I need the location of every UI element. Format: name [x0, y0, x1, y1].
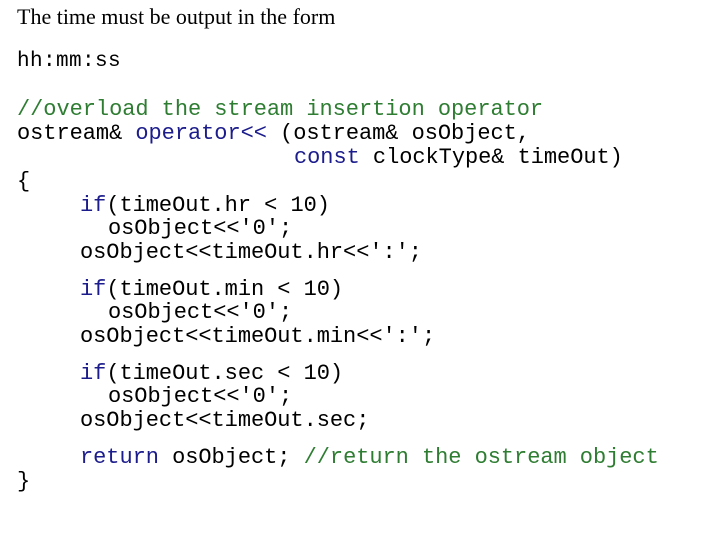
params-2: clockType& timeOut) — [359, 145, 623, 170]
if-keyword: if — [80, 277, 107, 302]
return-type: ostream& — [17, 121, 136, 146]
min-out-line: osObject<<timeOut.min<<':'; — [80, 324, 436, 349]
if-min-condition: (timeOut.min < 10) — [106, 277, 344, 302]
close-brace: } — [17, 469, 31, 494]
return-keyword: return — [80, 445, 159, 470]
signature-line-1: ostream& operator<< (ostream& osObject, — [17, 122, 530, 146]
comment-header: //overload the stream insertion operator — [17, 97, 544, 122]
heading: The time must be output in the form — [17, 4, 336, 29]
min-zero-line: osObject<<'0'; — [108, 300, 293, 325]
hr-out-line: osObject<<timeOut.hr<<':'; — [80, 240, 422, 265]
if-keyword: if — [80, 361, 107, 386]
hr-zero-line: osObject<<'0'; — [108, 216, 293, 241]
if-hr-condition: (timeOut.hr < 10) — [106, 193, 330, 218]
return-line: return osObject; //return the ostream ob… — [80, 446, 659, 470]
operator-keyword: operator<< — [135, 121, 267, 146]
signature-line-2: const clockType& timeOut) — [294, 146, 623, 170]
const-keyword: const — [294, 145, 360, 170]
if-keyword: if — [80, 193, 107, 218]
params-1: (ostream& osObject, — [266, 121, 530, 146]
time-format: hh:mm:ss — [17, 50, 122, 73]
sec-out-line: osObject<<timeOut.sec; — [80, 408, 370, 433]
sec-zero-line: osObject<<'0'; — [108, 384, 293, 409]
if-hr-line: if(timeOut.hr < 10) — [80, 194, 330, 218]
if-sec-line: if(timeOut.sec < 10) — [80, 362, 343, 386]
if-sec-condition: (timeOut.sec < 10) — [106, 361, 344, 386]
open-brace: { — [17, 169, 31, 194]
return-comment: //return the ostream object — [303, 445, 659, 470]
if-min-line: if(timeOut.min < 10) — [80, 278, 343, 302]
return-value: osObject; — [158, 445, 304, 470]
